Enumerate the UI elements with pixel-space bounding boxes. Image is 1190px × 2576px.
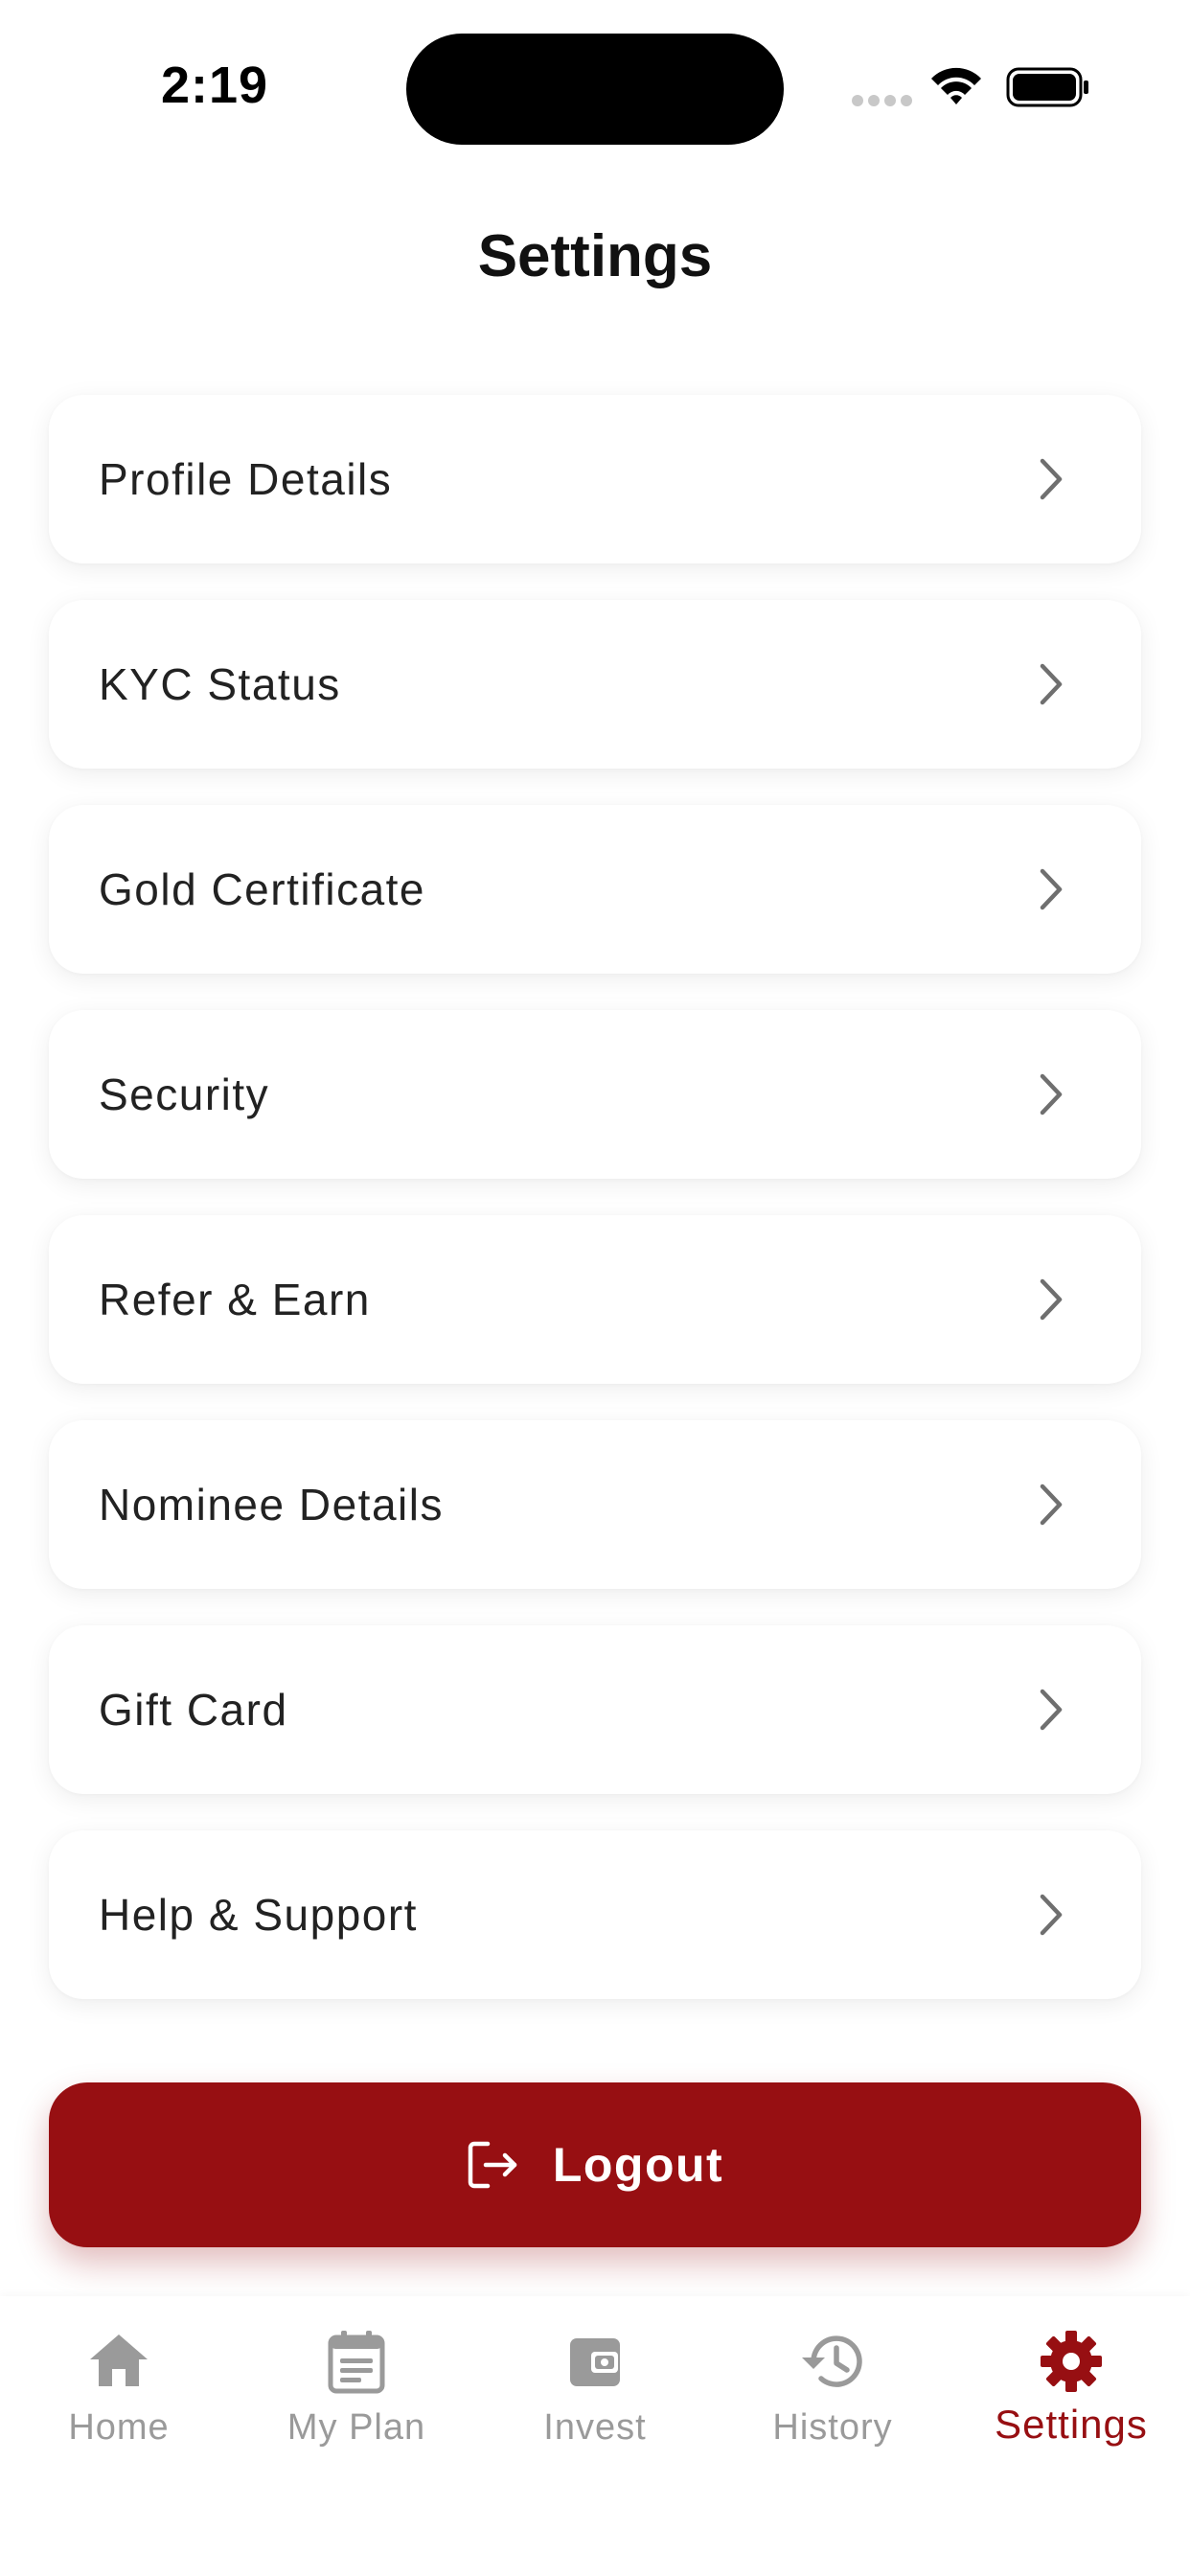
- menu-item-profile-details[interactable]: Profile Details: [49, 395, 1141, 564]
- status-bar: 2:19: [0, 0, 1190, 172]
- tab-my-plan[interactable]: My Plan: [238, 2321, 475, 2474]
- chevron-right-icon: [1040, 1484, 1063, 1526]
- tab-label: Invest: [543, 2407, 647, 2448]
- menu-item-label: KYC Status: [99, 659, 341, 709]
- chevron-right-icon: [1040, 1278, 1063, 1321]
- logout-label: Logout: [552, 2138, 724, 2192]
- wallet-icon: [570, 2338, 620, 2386]
- tab-home[interactable]: Home: [0, 2321, 238, 2474]
- history-icon: [802, 2335, 862, 2387]
- tab-label: Settings: [995, 2402, 1148, 2447]
- logout-button[interactable]: Logout: [49, 2082, 1141, 2247]
- menu-item-label: Nominee Details: [99, 1480, 444, 1530]
- menu-item-label: Gift Card: [99, 1685, 288, 1735]
- menu-item-nominee-details[interactable]: Nominee Details: [49, 1420, 1141, 1589]
- tab-history[interactable]: History: [714, 2321, 951, 2474]
- chevron-right-icon: [1040, 1689, 1063, 1731]
- tab-label: Home: [68, 2407, 170, 2448]
- menu-item-label: Refer & Earn: [99, 1275, 371, 1324]
- chevron-right-icon: [1040, 868, 1063, 910]
- calendar-icon: [328, 2331, 385, 2394]
- logout-icon: [468, 2141, 517, 2189]
- gear-icon: [1041, 2331, 1102, 2392]
- tab-label: My Plan: [286, 2407, 426, 2448]
- chevron-right-icon: [1040, 1073, 1063, 1116]
- tab-label: History: [772, 2407, 893, 2448]
- menu-item-gold-certificate[interactable]: Gold Certificate: [49, 805, 1141, 974]
- menu-item-label: Security: [99, 1070, 270, 1119]
- dynamic-island: [406, 34, 784, 145]
- chevron-right-icon: [1040, 458, 1063, 500]
- chevron-right-icon: [1040, 663, 1063, 705]
- menu-item-refer-earn[interactable]: Refer & Earn: [49, 1215, 1141, 1384]
- menu-item-label: Profile Details: [99, 454, 393, 504]
- bottom-tab-bar: Home My Plan Invest History Settings: [0, 2296, 1190, 2576]
- menu-item-label: Gold Certificate: [99, 864, 426, 914]
- menu-item-kyc-status[interactable]: KYC Status: [49, 600, 1141, 769]
- menu-item-security[interactable]: Security: [49, 1010, 1141, 1179]
- menu-item-gift-card[interactable]: Gift Card: [49, 1625, 1141, 1794]
- menu-item-label: Help & Support: [99, 1890, 418, 1940]
- chevron-right-icon: [1040, 1894, 1063, 1936]
- page-title: Settings: [477, 223, 713, 289]
- home-icon: [90, 2334, 148, 2386]
- battery-icon: [1006, 67, 1088, 107]
- status-time: 2:19: [161, 57, 269, 114]
- wifi-icon: [931, 67, 981, 104]
- tab-invest[interactable]: Invest: [476, 2321, 714, 2474]
- cellular-signal-icon: [852, 95, 912, 106]
- settings-menu-list: Profile Details KYC Status Gold Certific…: [49, 395, 1141, 2036]
- menu-item-help-support[interactable]: Help & Support: [49, 1830, 1141, 1999]
- tab-settings[interactable]: Settings: [952, 2321, 1190, 2474]
